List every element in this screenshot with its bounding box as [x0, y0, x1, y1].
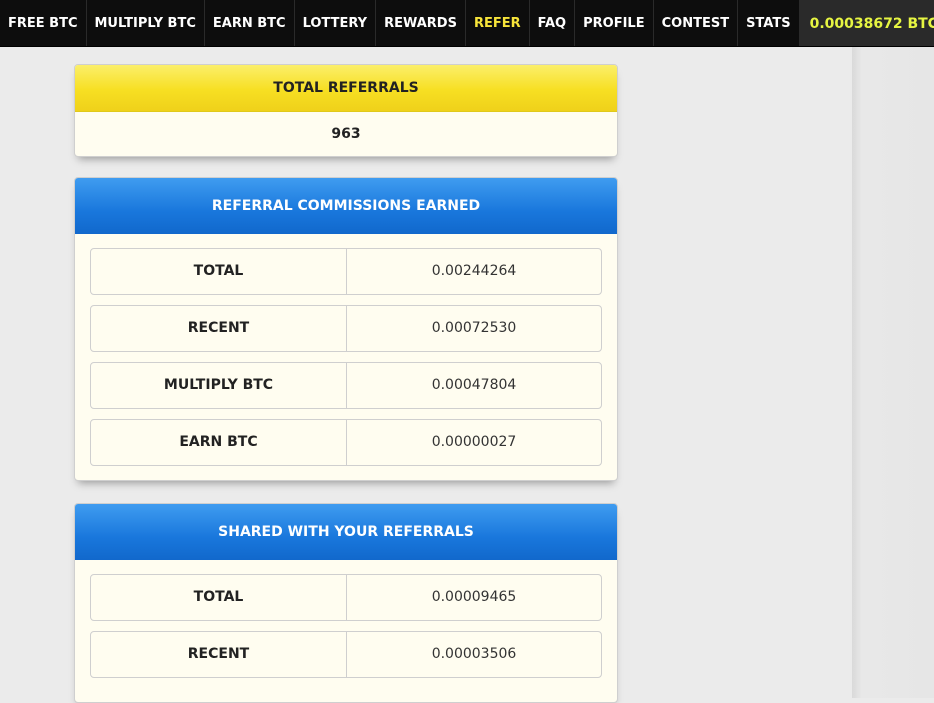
nav-lottery[interactable]: LOTTERY: [295, 0, 377, 46]
shared-row-recent: RECENT 0.00003506: [90, 631, 602, 678]
commission-row-multiply-btc: MULTIPLY BTC 0.00047804: [90, 362, 602, 409]
row-label: TOTAL: [91, 249, 347, 294]
nav-earn-btc[interactable]: EARN BTC: [205, 0, 295, 46]
referral-commissions-panel: REFERRAL COMMISSIONS EARNED TOTAL 0.0024…: [74, 177, 618, 481]
nav-contest[interactable]: CONTEST: [654, 0, 739, 46]
nav-refer[interactable]: REFER: [466, 0, 530, 46]
row-label: MULTIPLY BTC: [91, 363, 347, 408]
total-referrals-count: 963: [331, 126, 361, 142]
commission-row-total: TOTAL 0.00244264: [90, 248, 602, 295]
row-label: TOTAL: [91, 575, 347, 620]
total-referrals-header: TOTAL REFERRALS: [75, 65, 617, 112]
nav-profile[interactable]: PROFILE: [575, 0, 654, 46]
referral-commissions-header: REFERRAL COMMISSIONS EARNED: [75, 178, 617, 234]
row-value: 0.00244264: [431, 263, 517, 279]
nav-multiply-btc[interactable]: MULTIPLY BTC: [87, 0, 205, 46]
row-label: RECENT: [91, 306, 347, 351]
nav-stats[interactable]: STATS: [738, 0, 800, 46]
balance-display: 0.00038672 BTC: [799, 0, 934, 46]
nav-rewards[interactable]: REWARDS: [376, 0, 466, 46]
nav-free-btc[interactable]: FREE BTC: [0, 0, 87, 46]
shared-with-referrals-header: SHARED WITH YOUR REFERRALS: [75, 504, 617, 560]
row-value: 0.00003506: [431, 646, 517, 662]
top-navigation: FREE BTC MULTIPLY BTC EARN BTC LOTTERY R…: [0, 0, 934, 47]
row-label: EARN BTC: [91, 420, 347, 465]
right-side-panel: [852, 46, 934, 698]
total-referrals-panel: TOTAL REFERRALS 963: [74, 64, 618, 157]
nav-faq[interactable]: FAQ: [530, 0, 576, 46]
row-value: 0.00047804: [431, 377, 517, 393]
row-value: 0.00072530: [431, 320, 517, 336]
shared-with-referrals-panel: SHARED WITH YOUR REFERRALS TOTAL 0.00009…: [74, 503, 618, 703]
commission-row-recent: RECENT 0.00072530: [90, 305, 602, 352]
shared-row-total: TOTAL 0.00009465: [90, 574, 602, 621]
row-value: 0.00009465: [431, 589, 517, 605]
row-value: 0.00000027: [431, 434, 517, 450]
row-label: RECENT: [91, 632, 347, 677]
commission-row-earn-btc: EARN BTC 0.00000027: [90, 419, 602, 466]
